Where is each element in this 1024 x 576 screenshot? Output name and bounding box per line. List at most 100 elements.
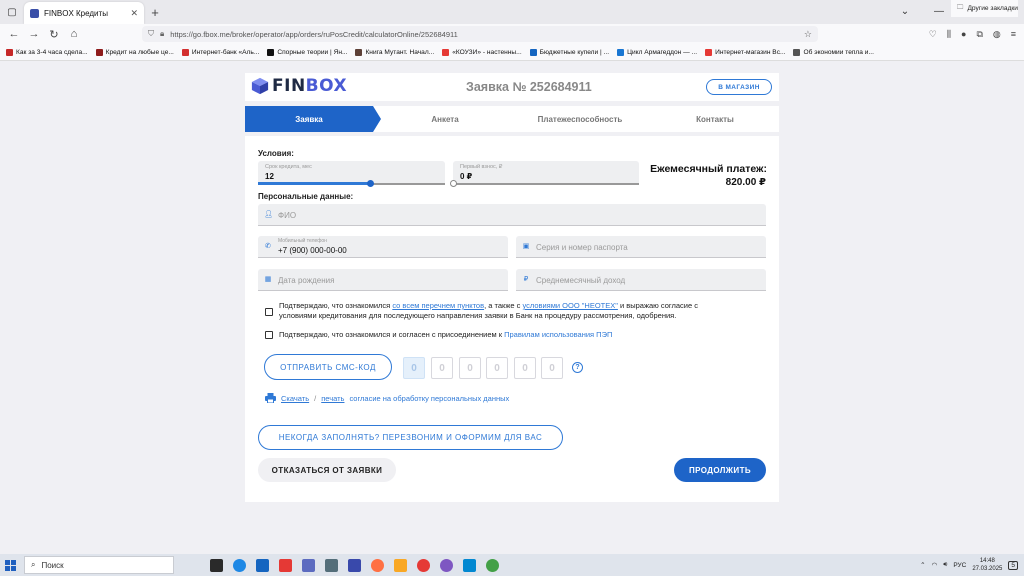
income-field[interactable]: ₽ Среднемесячный доход (516, 269, 766, 291)
bookmarks-bar: Как за 3-4 часа сдела... Кредит на любые … (0, 44, 1024, 61)
tray-chevron-icon[interactable]: ⌃ (920, 561, 925, 569)
phone-value: +7 (900) 000-00-00 (278, 246, 347, 255)
continue-button[interactable]: ПРОДОЛЖИТЬ (674, 458, 766, 482)
sms-digit-3[interactable]: 0 (459, 357, 481, 379)
chevron-down-icon[interactable]: ⌄ (888, 0, 922, 24)
shield-icon[interactable]: ⛉ (148, 29, 154, 39)
bookmark-item[interactable]: Спорные теории | Ян... (267, 48, 347, 56)
bookmark-favicon-icon (267, 48, 275, 56)
language-indicator[interactable]: РУС (953, 562, 966, 569)
file-explorer-icon[interactable] (394, 558, 407, 572)
step-application[interactable]: Заявка (245, 106, 373, 132)
app2-icon[interactable] (348, 558, 361, 572)
down-payment-slider-track[interactable] (453, 183, 639, 185)
lock-icon[interactable]: 🔒︎ (160, 29, 164, 39)
send-sms-code-button[interactable]: ОТПРАВИТЬ СМС-КОД (264, 354, 392, 380)
bookmark-item[interactable]: Интернет-магазин Вс... (705, 48, 786, 56)
puzzle-icon[interactable]: ⧉ (976, 29, 982, 40)
address-bar[interactable]: ⛉ 🔒︎ https://go.fbox.me/broker/operator/… (142, 26, 818, 42)
app4-icon[interactable] (463, 558, 476, 572)
taskbar-apps (210, 558, 499, 572)
fio-field[interactable]: 👤︎ ФИО (258, 204, 766, 226)
consent-terms-part3: и выражаю согласие с (617, 301, 698, 310)
bookmark-item[interactable]: Интернет-банк «Аль... (181, 48, 259, 56)
down-payment-field[interactable]: Первый взнос, ₽ 0 ₽ (453, 161, 639, 185)
other-bookmarks[interactable]: 🗀 Другие закладки (950, 0, 1018, 17)
calculator-icon[interactable] (325, 558, 338, 572)
bookmark-item[interactable]: Об экономии тепла и... (793, 48, 874, 56)
pocket-icon[interactable]: ♡ (929, 29, 937, 40)
windows-start-icon[interactable] (0, 554, 20, 576)
library-icon[interactable]: ⫼ (947, 29, 951, 40)
volume-icon[interactable]: 🔊︎ (943, 561, 947, 569)
notifications-icon[interactable]: 5 (1008, 560, 1018, 570)
browser-tab[interactable]: FINBOX Кредиты ✕ (24, 2, 144, 24)
close-tab-icon[interactable]: ✕ (130, 8, 138, 19)
passport-field[interactable]: ▣ Серия и номер паспорта (516, 236, 766, 258)
app3-icon[interactable] (440, 558, 453, 572)
clock-date: 27.03.2025 (972, 566, 1003, 572)
step-questionnaire[interactable]: Анкета (390, 106, 500, 132)
clock[interactable]: 14:48 27.03.2025 (972, 557, 1002, 573)
step-solvency[interactable]: Платежеспособность (515, 106, 645, 132)
new-tab-icon[interactable]: + (144, 5, 166, 20)
network-icon[interactable]: ◠ (932, 561, 938, 569)
back-icon[interactable]: ← (4, 28, 24, 40)
bookmark-favicon-icon (793, 48, 801, 56)
birthdate-field[interactable]: ▦ Дата рождения (258, 269, 508, 291)
home-icon[interactable]: ⌂ (64, 28, 84, 40)
app-icon[interactable] (302, 558, 315, 572)
download-link[interactable]: Скачать (281, 394, 309, 403)
sms-digit-1[interactable]: 0 (403, 357, 425, 379)
firefox-icon[interactable] (371, 558, 384, 572)
phone-field[interactable]: ✆ Мобильный телефон +7 (900) 000-00-00 (258, 236, 508, 258)
sms-digit-4[interactable]: 0 (486, 357, 508, 379)
store-icon[interactable] (256, 558, 269, 572)
bookmark-item[interactable]: Как за 3-4 часа сдела... (6, 48, 88, 56)
bookmark-item[interactable]: «КОУЗИ» - настенны... (442, 48, 522, 56)
bookmark-label: Интернет-магазин Вс... (715, 48, 786, 56)
menu-icon[interactable]: ≡ (1011, 29, 1016, 39)
url-text[interactable]: https://go.fbox.me/broker/operator/app/o… (170, 30, 458, 39)
bookmark-item[interactable]: Кредит на любые це... (95, 48, 174, 56)
finbox-logo[interactable]: FINBOX (251, 76, 347, 96)
bookmark-item[interactable]: Бюджетные купели | ... (529, 48, 609, 56)
print-link[interactable]: печать (321, 394, 344, 403)
neotech-terms-link[interactable]: условиями ООО "НЕОТЕХ" (522, 301, 617, 310)
other-bookmarks-label: Другие закладки (967, 5, 1018, 12)
bookmark-item[interactable]: Книга Мутант. Начал... (355, 48, 434, 56)
help-icon[interactable]: ? (572, 362, 583, 373)
forward-icon[interactable]: → (24, 28, 44, 40)
sms-digit-5[interactable]: 0 (514, 357, 536, 379)
refuse-application-button[interactable]: ОТКАЗАТЬСЯ ОТ ЗАЯВКИ (258, 458, 396, 482)
consent-pep-checkbox[interactable] (265, 331, 273, 339)
reload-icon[interactable]: ↻ (44, 28, 64, 41)
callback-request-button[interactable]: НЕКОГДА ЗАПОЛНЯТЬ? ПЕРЕЗВОНИМ И ОФОРМИМ … (258, 425, 563, 450)
tab-list-icon[interactable]: ▢ (0, 0, 24, 24)
income-placeholder: Среднемесячный доход (536, 276, 626, 285)
consent-terms-checkbox[interactable] (265, 308, 273, 316)
whatsapp-icon[interactable] (486, 558, 499, 572)
all-items-link[interactable]: со всем перечнем пунктов (392, 301, 484, 310)
id-card-icon: ▣ (522, 243, 530, 250)
consent-terms-part2: , а также с (484, 301, 523, 310)
fio-placeholder: ФИО (278, 211, 297, 220)
sms-digit-2[interactable]: 0 (431, 357, 453, 379)
bookmark-star-icon[interactable]: ☆ (804, 29, 812, 40)
taskbar-search[interactable]: ⌕ Поиск (24, 556, 174, 574)
globe-icon[interactable]: ◍ (993, 29, 1001, 40)
extension-icon[interactable]: ● (961, 29, 966, 39)
task-view-icon[interactable] (210, 558, 223, 572)
pep-rules-link[interactable]: Правилам использования ПЭП (504, 330, 612, 339)
chrome-icon[interactable] (417, 558, 430, 572)
down-payment-slider-thumb[interactable] (449, 180, 457, 187)
step-contacts[interactable]: Контакты (665, 106, 765, 132)
edge-icon[interactable] (233, 558, 246, 572)
to-shop-button[interactable]: В МАГАЗИН (706, 79, 772, 95)
sms-digit-6[interactable]: 0 (541, 357, 563, 379)
yandex-icon[interactable] (279, 558, 292, 572)
term-slider-thumb[interactable] (366, 180, 374, 187)
bookmark-item[interactable]: Цикл Армагеддон — ... (617, 48, 697, 56)
logo-fin: FIN (272, 76, 306, 96)
printer-icon[interactable] (265, 393, 276, 403)
